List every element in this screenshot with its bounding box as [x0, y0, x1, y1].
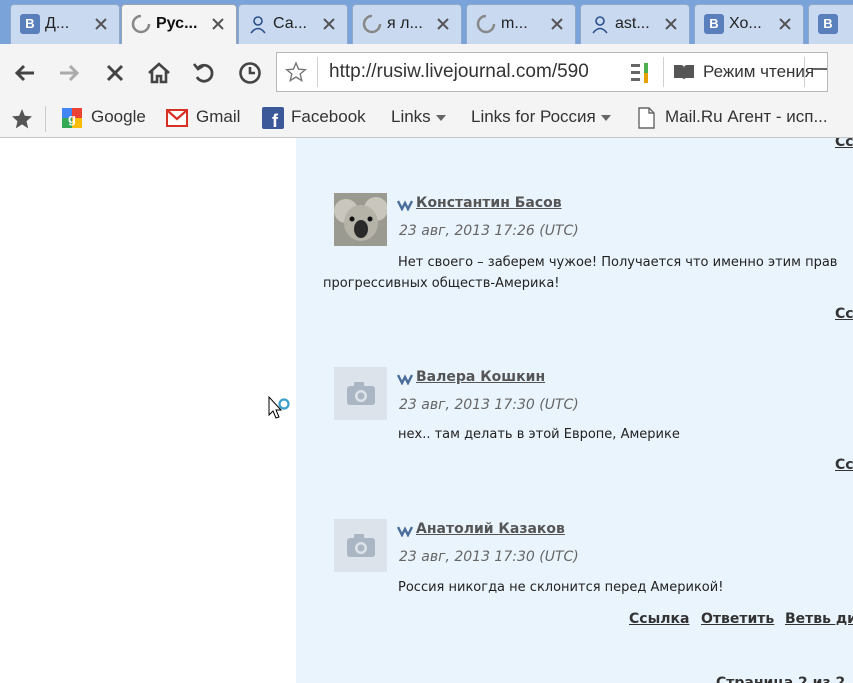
loading-spinner-icon	[362, 14, 382, 34]
comment-date: 23 авг, 2013 17:26 (UTC)	[399, 223, 579, 239]
tab-label: Хо...	[729, 15, 762, 32]
tab-strip: В Д... Рус... Са... я л... m... ast... В…	[0, 0, 853, 44]
vk-icon: В	[20, 14, 40, 34]
loading-spinner-icon	[476, 14, 496, 34]
tab-3[interactable]: Са...	[238, 4, 348, 44]
tab-label: Д...	[45, 15, 70, 32]
open-book-icon[interactable]	[673, 63, 695, 81]
url-text[interactable]: http://rusiw.livejournal.com/590	[329, 61, 589, 83]
bookmark-label: Gmail	[196, 107, 241, 126]
close-icon[interactable]	[210, 16, 226, 32]
close-icon[interactable]	[663, 16, 679, 32]
comment-date: 23 авг, 2013 17:30 (UTC)	[399, 549, 579, 565]
reader-mode-label[interactable]: Режим чтения	[703, 62, 814, 82]
separator	[317, 57, 318, 87]
tab-2-active[interactable]: Рус...	[121, 4, 237, 44]
bookmark-label: Mail.Ru Агент - исп...	[665, 107, 828, 126]
bookmark-label: Google	[91, 107, 146, 126]
tab-label: Рус...	[156, 15, 198, 32]
camera-placeholder-icon[interactable]	[334, 519, 387, 572]
tab-7[interactable]: В Хо...	[694, 4, 804, 44]
vk-icon: В	[704, 14, 724, 34]
comment-author[interactable]: Анатолий Казаков	[416, 521, 565, 537]
tab-label: m...	[501, 15, 528, 32]
bookmark-label: Links	[391, 107, 431, 126]
comment-text: прогрессивных обществ-Америка!	[323, 276, 560, 291]
comment-author[interactable]: Валера Кошкин	[416, 369, 545, 385]
close-icon[interactable]	[93, 16, 109, 32]
busy-cursor-icon	[268, 396, 290, 419]
bookmarks-bar: g Google Gmail f Facebook Links Links fo…	[0, 102, 853, 138]
bookmark-label: Links for Россия	[471, 107, 596, 126]
comment-author[interactable]: Константин Басов	[416, 195, 562, 211]
gmail-icon	[166, 109, 188, 127]
vk-logo-icon	[397, 200, 413, 211]
separator	[804, 57, 805, 87]
extension-signal-icon[interactable]	[629, 61, 655, 85]
tab-label: ast...	[615, 15, 650, 32]
close-icon[interactable]	[549, 16, 565, 32]
comment-link[interactable]: Ссылка	[835, 457, 853, 473]
thread-link[interactable]: Ветвь ди	[785, 611, 853, 627]
page-content: Ссылка Константин Басов 23 авг, 2013 17:…	[0, 138, 853, 683]
undo-close-tab-icon[interactable]	[189, 58, 219, 88]
tab-1[interactable]: В Д...	[10, 4, 120, 44]
stop-x-icon[interactable]	[100, 58, 130, 88]
svg-text:f: f	[272, 111, 279, 129]
vk-icon: В	[818, 14, 838, 34]
comment-link[interactable]: Ссылка	[835, 306, 853, 322]
reply-link[interactable]: Ответить	[701, 611, 774, 627]
comment-text: Нет своего – заберем чужое! Получается ч…	[398, 255, 838, 270]
navigation-toolbar: http://rusiw.livejournal.com/590 Режим ч…	[0, 44, 853, 102]
tab-8[interactable]: В	[808, 4, 853, 44]
home-icon[interactable]	[144, 58, 174, 88]
tab-label: я л...	[387, 15, 423, 32]
tab-label: Са...	[273, 15, 307, 32]
camera-placeholder-icon[interactable]	[334, 367, 387, 420]
comment-date: 23 авг, 2013 17:30 (UTC)	[399, 397, 579, 413]
history-clock-icon[interactable]	[235, 58, 265, 88]
vk-logo-icon	[397, 374, 413, 385]
facebook-icon: f	[262, 107, 284, 129]
pagination-text: Страница 2 из 2	[716, 675, 846, 683]
separator	[45, 106, 46, 132]
google-icon: g	[62, 108, 82, 128]
bookmark-folder-links-russia[interactable]: Links for Россия	[471, 102, 611, 136]
back-arrow-icon[interactable]	[10, 58, 40, 88]
dropdown-caret-icon	[600, 114, 611, 121]
tab-4[interactable]: я л...	[352, 4, 462, 44]
address-bar[interactable]: http://rusiw.livejournal.com/590 Режим ч…	[276, 52, 828, 92]
svg-text:g: g	[68, 111, 76, 126]
bookmarks-star-icon[interactable]	[10, 107, 34, 131]
bookmark-folder-links[interactable]: Links	[391, 102, 446, 136]
vk-logo-icon	[397, 526, 413, 537]
user-silhouette-icon	[250, 16, 266, 34]
forward-arrow-icon[interactable]	[54, 58, 84, 88]
page-icon	[638, 107, 655, 129]
comment-link[interactable]: Ссылка	[835, 138, 853, 150]
user-silhouette-icon	[592, 16, 608, 34]
loading-spinner-icon	[131, 14, 151, 34]
comment-text: Россия никогда не склонится перед Америк…	[398, 580, 724, 595]
chevron-down-icon[interactable]	[812, 65, 828, 79]
close-icon[interactable]	[321, 16, 337, 32]
comments-section: Ссылка Константин Басов 23 авг, 2013 17:…	[296, 138, 853, 683]
dropdown-caret-icon	[435, 114, 446, 121]
userpic-koala-photo[interactable]	[334, 193, 387, 246]
tab-6[interactable]: ast...	[580, 4, 690, 44]
comment-link[interactable]: Ссылка	[629, 611, 689, 627]
tab-5[interactable]: m...	[466, 4, 576, 44]
close-icon[interactable]	[777, 16, 793, 32]
bookmark-star-icon[interactable]	[285, 61, 307, 83]
comment-text: нех.. там делать в этой Европе, Америке	[398, 427, 680, 442]
close-icon[interactable]	[435, 16, 451, 32]
separator	[663, 57, 664, 87]
bookmark-label: Facebook	[291, 107, 366, 126]
